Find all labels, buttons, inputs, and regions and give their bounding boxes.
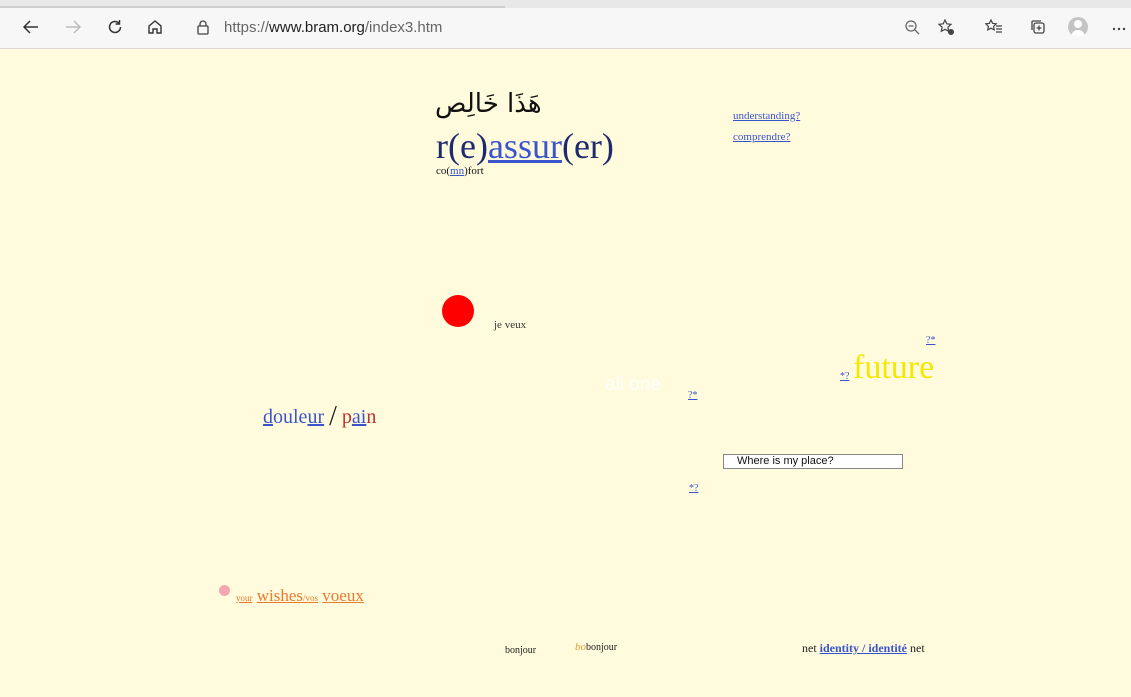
home-icon: [148, 20, 162, 34]
browser-toolbar: https://www.bram.org/index3.htm: [0, 8, 1131, 49]
arabic-heading: هَذَا خَالِص: [435, 89, 542, 119]
url-text: https://www.bram.org/index3.htm: [224, 19, 443, 36]
identity-line: net identity / identité net: [802, 641, 925, 655]
forward-button[interactable]: [58, 12, 88, 42]
douleur-pain-text: douleur / pain: [263, 401, 377, 432]
forward-icon: [66, 20, 82, 34]
profile-icon: [1068, 17, 1088, 37]
mn-link[interactable]: mn: [450, 165, 464, 177]
collections-button[interactable]: [1023, 12, 1053, 42]
assur-link[interactable]: assur: [488, 126, 562, 166]
add-favorite-icon: [937, 18, 954, 35]
lock-icon: [197, 20, 209, 35]
future-text: future: [853, 349, 935, 386]
back-icon: [22, 20, 38, 34]
question-star-link-future[interactable]: ?*: [926, 335, 935, 346]
bobonjour-text: bobonjour: [575, 641, 618, 653]
bonjour-text: bonjour: [505, 645, 537, 656]
zoom-out-icon: [905, 20, 920, 35]
add-favorite-button[interactable]: [931, 12, 961, 42]
zoom-button[interactable]: [897, 12, 927, 42]
place-input[interactable]: Where is my place?: [723, 454, 903, 469]
back-button[interactable]: [16, 12, 46, 42]
home-button[interactable]: [140, 12, 170, 42]
je-veux-text: je veux: [494, 319, 527, 331]
red-ball[interactable]: [442, 295, 474, 327]
reassurer-heading: r(e)assur(er): [436, 126, 614, 166]
comprendre-link[interactable]: comprendre?: [733, 131, 790, 143]
star-question-link[interactable]: *?: [840, 371, 849, 382]
favorites-icon: [985, 18, 1002, 33]
wishes-link[interactable]: your wishes/vos voeux: [236, 586, 364, 606]
identity-link[interactable]: identity / identité: [820, 641, 907, 655]
more-button[interactable]: [1104, 12, 1131, 42]
comfort-text: co(mn)fort: [436, 165, 484, 177]
page-content: هَذَا خَالِص r(e)assur(er) co(mn)fort un…: [0, 49, 1131, 697]
pain-ai-link[interactable]: ai: [352, 406, 366, 428]
more-icon: [1112, 27, 1126, 31]
pink-dot: [219, 585, 230, 596]
favorites-button[interactable]: [979, 12, 1009, 42]
refresh-button[interactable]: [100, 12, 130, 42]
refresh-icon: [108, 20, 122, 34]
douleur-d-link[interactable]: d: [263, 406, 273, 428]
douleur-ur-link[interactable]: ur: [307, 406, 324, 428]
address-bar[interactable]: https://www.bram.org/index3.htm: [184, 14, 884, 42]
understanding-link[interactable]: understanding?: [733, 110, 800, 122]
all-one-text: all one: [605, 374, 661, 395]
profile-button[interactable]: [1063, 12, 1093, 42]
star-question-link-bottom[interactable]: *?: [689, 483, 698, 494]
question-star-link[interactable]: ?*: [688, 390, 697, 401]
collections-icon: [1031, 20, 1045, 34]
